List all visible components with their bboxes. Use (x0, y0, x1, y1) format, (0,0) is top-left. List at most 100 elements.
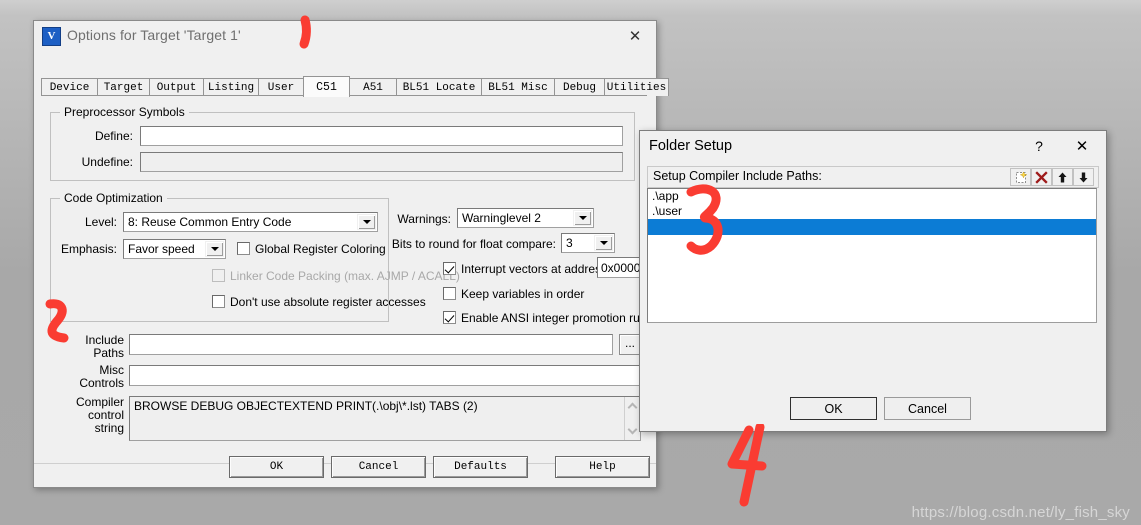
checkbox-box (443, 287, 456, 300)
scroll-down-icon[interactable] (628, 424, 637, 433)
tab-user[interactable]: User (258, 78, 304, 96)
tab-listing[interactable]: Listing (203, 78, 259, 96)
include-paths-list[interactable]: .\app .\user (647, 188, 1097, 323)
bits-to-round-select[interactable]: 3 (561, 233, 615, 253)
code-optimization-title: Code Optimization (60, 191, 167, 205)
close-icon[interactable]: ✕ (620, 25, 650, 47)
bits-to-round-label: Bits to round for float compare: (391, 237, 556, 251)
include-paths-input[interactable] (129, 334, 613, 355)
bits-to-round-value: 3 (566, 236, 573, 250)
ccs-label-line1: Compiler (75, 395, 124, 409)
optimization-level-value: 8: Reuse Common Entry Code (128, 215, 292, 229)
options-ok-button[interactable]: OK (229, 456, 324, 478)
tab-debug[interactable]: Debug (554, 78, 605, 96)
chevron-down-icon[interactable] (357, 214, 376, 230)
folder-setup-title: Folder Setup (649, 138, 733, 154)
compiler-control-string-value: BROWSE DEBUG OBJECTEXTEND PRINT(.\obj\*.… (134, 399, 478, 413)
move-up-icon[interactable] (1052, 168, 1073, 186)
tab-c51[interactable]: C51 (303, 76, 350, 97)
new-path-icon[interactable] (1010, 168, 1031, 186)
list-item[interactable]: .\app (648, 189, 1096, 204)
emphasis-value: Favor speed (128, 242, 195, 256)
tab-bl51-misc[interactable]: BL51 Misc (481, 78, 555, 96)
folder-ok-button[interactable]: OK (790, 397, 877, 420)
checkbox-box (212, 295, 225, 308)
move-up-glyph (1058, 172, 1067, 182)
tab-utilities[interactable]: Utilities (604, 78, 669, 96)
dont-use-absolute-register-checkbox[interactable]: Don't use absolute register accesses (212, 295, 426, 309)
options-for-target-dialog: V Options for Target 'Target 1' ✕ Device… (33, 20, 669, 488)
options-dialog-body: Preprocessor Symbols Define: Undefine: C… (41, 96, 655, 456)
chevron-down-icon[interactable] (594, 235, 613, 251)
level-label: Level: (84, 215, 117, 229)
interrupt-vectors-label: Interrupt vectors at address: (461, 262, 611, 276)
include-paths-label-line2: Paths (93, 346, 124, 360)
help-icon[interactable]: ? (1024, 135, 1054, 157)
checkbox-box (212, 269, 225, 282)
scroll-up-icon[interactable] (628, 402, 637, 411)
keil-uvision-icon: V (42, 27, 61, 46)
watermark-text: https://blog.csdn.net/ly_fish_sky (911, 504, 1130, 521)
include-paths-label: Include Paths (56, 334, 124, 360)
move-down-icon[interactable] (1073, 168, 1094, 186)
global-register-coloring-label: Global Register Coloring (255, 242, 386, 256)
list-item-selected[interactable] (648, 219, 1096, 235)
move-down-glyph (1079, 172, 1088, 182)
options-cancel-button[interactable]: Cancel (331, 456, 426, 478)
define-input[interactable] (140, 126, 623, 146)
options-dialog-titlebar: V Options for Target 'Target 1' ✕ (34, 21, 656, 52)
folder-setup-titlebar: Folder Setup ? ✕ (640, 131, 1106, 161)
misc-controls-label-line2: Controls (79, 376, 124, 390)
keep-variables-in-order-checkbox[interactable]: Keep variables in order (443, 287, 584, 301)
undefine-input[interactable] (140, 152, 623, 172)
list-item[interactable]: .\user (648, 204, 1096, 219)
define-label: Define: (94, 129, 133, 143)
emphasis-select[interactable]: Favor speed (123, 239, 226, 259)
misc-controls-label-line1: Misc (99, 363, 124, 377)
preprocessor-symbols-title: Preprocessor Symbols (60, 105, 189, 119)
options-tabstrip: Device Target Output Listing User C51 A5… (41, 76, 669, 97)
options-help-button[interactable]: Help (555, 456, 650, 478)
compiler-control-string-scrollbar[interactable] (624, 397, 640, 440)
close-icon[interactable]: ✕ (1066, 135, 1098, 157)
chevron-down-icon[interactable] (573, 210, 592, 226)
options-defaults-button[interactable]: Defaults (433, 456, 528, 478)
checkbox-box (443, 262, 456, 275)
keep-variables-in-order-label: Keep variables in order (461, 287, 585, 301)
folder-cancel-button[interactable]: Cancel (884, 397, 971, 420)
chevron-down-icon[interactable] (205, 241, 224, 257)
tab-output[interactable]: Output (149, 78, 204, 96)
checkbox-box (443, 311, 456, 324)
interrupt-vectors-checkbox[interactable]: Interrupt vectors at address: (443, 262, 610, 276)
folder-setup-dialog: Folder Setup ? ✕ Setup Compiler Include … (639, 130, 1107, 432)
ccs-label-line3: string (94, 421, 124, 435)
new-path-glyph (1015, 170, 1028, 183)
misc-controls-label: Misc Controls (51, 364, 124, 390)
checkbox-box (237, 242, 250, 255)
delete-path-glyph (1035, 170, 1048, 184)
compiler-control-string-label: Compiler control string (49, 396, 124, 435)
folder-setup-toolbar: Setup Compiler Include Paths: (647, 166, 1099, 188)
warnings-label: Warnings: (397, 212, 451, 226)
setup-compiler-include-paths-label: Setup Compiler Include Paths: (653, 169, 822, 183)
ansi-integer-promotion-checkbox[interactable]: Enable ANSI integer promotion rules (443, 311, 655, 325)
compiler-control-string-box[interactable]: BROWSE DEBUG OBJECTEXTEND PRINT(.\obj\*.… (129, 396, 641, 441)
warnings-select[interactable]: Warninglevel 2 (457, 208, 594, 228)
include-paths-label-line1: Include (85, 333, 124, 347)
tab-a51[interactable]: A51 (349, 78, 397, 96)
browse-include-paths-button[interactable]: ... (619, 334, 641, 355)
delete-path-icon[interactable] (1031, 168, 1052, 186)
global-register-coloring-checkbox[interactable]: Global Register Coloring (237, 242, 386, 256)
tab-device[interactable]: Device (41, 78, 98, 96)
linker-code-packing-checkbox: Linker Code Packing (max. AJMP / ACALL) (212, 269, 460, 283)
tab-target[interactable]: Target (97, 78, 150, 96)
emphasis-label: Emphasis: (60, 242, 117, 256)
code-optimization-group: Code Optimization Level: 8: Reuse Common… (50, 191, 460, 322)
linker-code-packing-label: Linker Code Packing (max. AJMP / ACALL) (230, 269, 460, 283)
tab-bl51-locate[interactable]: BL51 Locate (396, 78, 482, 96)
optimization-level-select[interactable]: 8: Reuse Common Entry Code (123, 212, 378, 232)
ccs-label-line2: control (87, 408, 124, 422)
dont-use-absolute-register-label: Don't use absolute register accesses (230, 295, 426, 309)
misc-controls-input[interactable] (129, 365, 641, 386)
options-dialog-title: Options for Target 'Target 1' (67, 27, 241, 43)
